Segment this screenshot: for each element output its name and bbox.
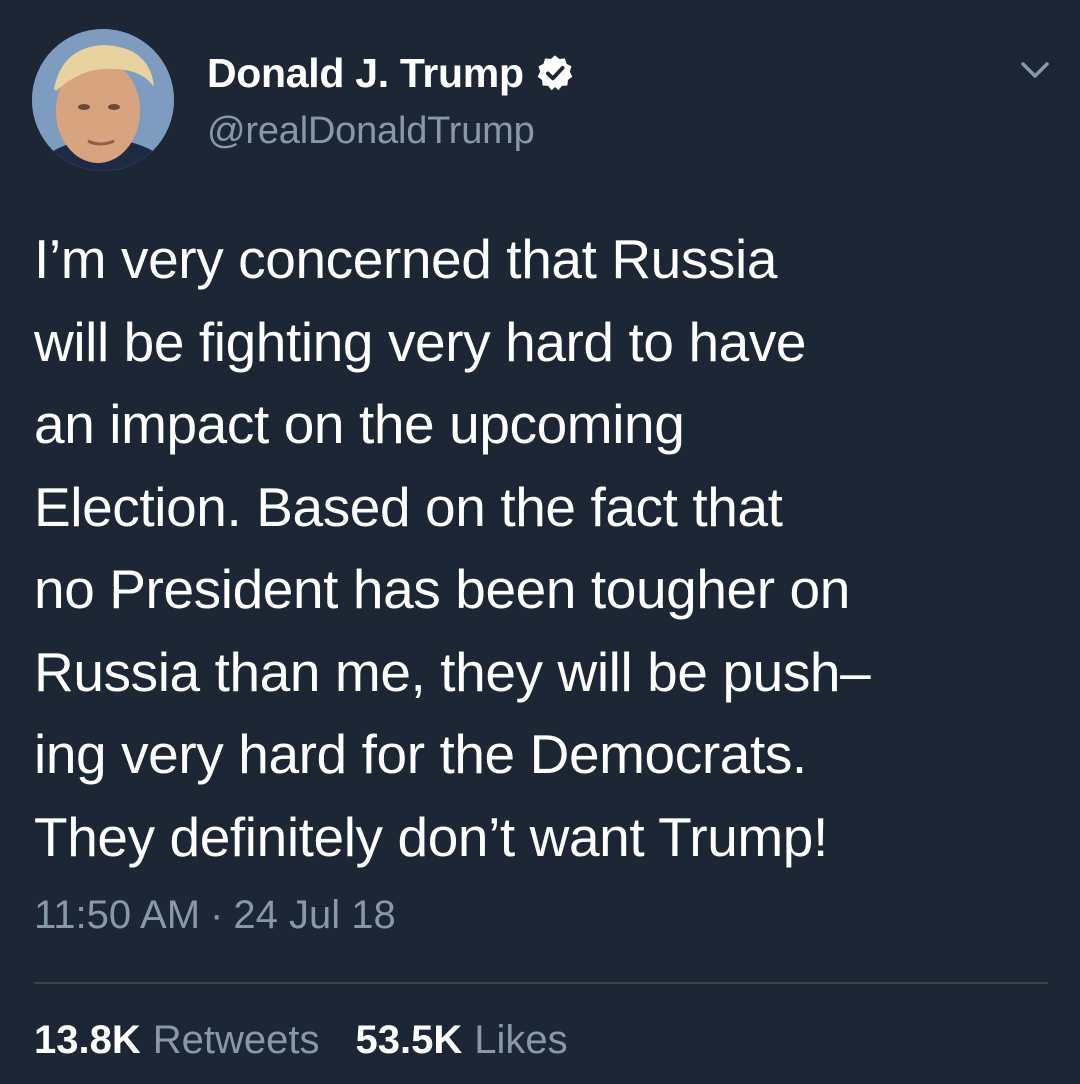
tweet-stats: 13.8K Retweets 53.5K Likes (34, 1018, 568, 1063)
author-name-row: Donald J. Trump (207, 48, 574, 98)
tweet-time: 11:50 AM (34, 893, 201, 937)
divider (34, 982, 1048, 984)
author-display-name[interactable]: Donald J. Trump (207, 50, 524, 97)
tweet-line: Election. Based on the fact that (34, 475, 783, 538)
retweets-label: Retweets (152, 1018, 320, 1062)
retweets-stat[interactable]: 13.8K Retweets (34, 1018, 320, 1063)
verified-badge-icon (536, 54, 574, 92)
likes-stat[interactable]: 53.5K Likes (356, 1018, 568, 1063)
likes-label: Likes (474, 1018, 568, 1062)
tweet-date: 24 Jul 18 (233, 893, 396, 937)
likes-count: 53.5K (355, 1018, 463, 1062)
author-handle[interactable]: @realDonaldTrump (207, 110, 535, 153)
tweet-text: I’m very concerned that Russia will be f… (34, 218, 1064, 878)
tweet-line: will be fighting very hard to have (34, 310, 807, 373)
avatar-image (32, 29, 174, 171)
retweets-count: 13.8K (34, 1018, 141, 1062)
tweet-line: They definitely don’t want Trump! (34, 805, 828, 868)
tweet-line: an impact on the upcoming (34, 393, 685, 455)
tweet-line: no President has been tougher on (34, 558, 850, 620)
timestamp-separator: · (210, 893, 224, 937)
chevron-down-icon[interactable] (1015, 55, 1055, 85)
tweet-line: ing very hard for the Democrats. (34, 723, 807, 785)
avatar[interactable] (32, 29, 174, 171)
tweet-line: Russia than me, they will be push– (34, 640, 871, 703)
tweet-line: I’m very concerned that Russia (34, 228, 778, 290)
tweet-timestamp[interactable]: 11:50 AM · 24 Jul 18 (34, 893, 396, 938)
